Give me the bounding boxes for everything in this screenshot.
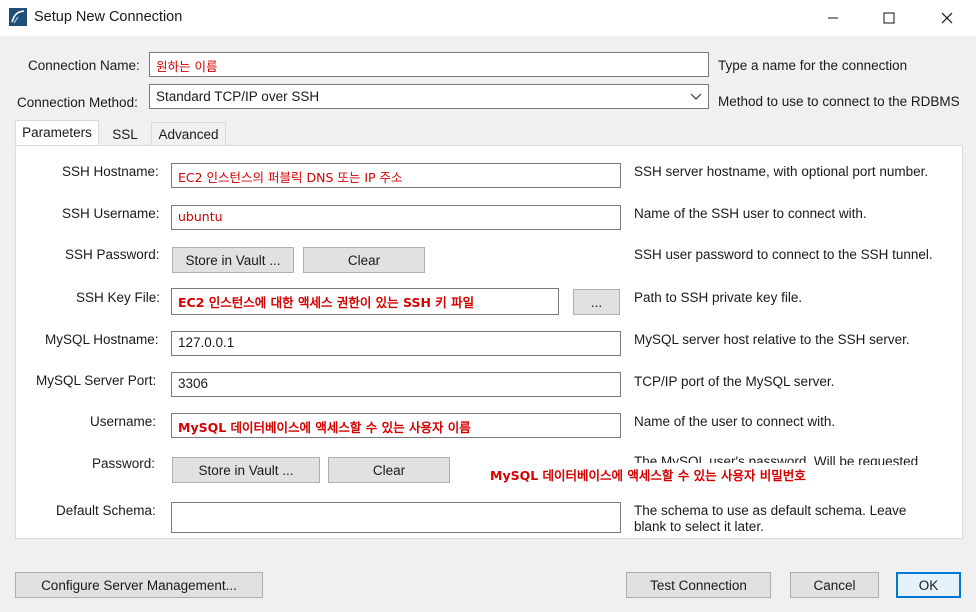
close-icon[interactable] <box>924 0 970 36</box>
ssh-username-hint: Name of the SSH user to connect with. <box>634 206 867 221</box>
tab-ssl[interactable]: SSL <box>99 122 151 146</box>
ssh-hostname-hint: SSH server hostname, with optional port … <box>634 164 929 179</box>
username-label: Username: <box>90 414 157 429</box>
ssh-password-hint: SSH user password to connect to the SSH … <box>634 247 933 262</box>
mysql-workbench-icon <box>9 8 27 26</box>
connection-method-select[interactable]: Standard TCP/IP over SSH <box>149 84 709 109</box>
username-field[interactable]: MySQL 데이터베이스에 액세스할 수 있는 사용자 이름 <box>171 413 621 438</box>
ssh-key-file-label: SSH Key File: <box>76 290 161 305</box>
store-in-vault-button[interactable]: Store in Vault ... <box>172 457 320 483</box>
connection-name-hint: Type a name for the connection <box>718 58 908 73</box>
ssh-hostname-field[interactable]: EC2 인스턴스의 퍼블릭 DNS 또는 IP 주소 <box>171 163 621 188</box>
default-schema-field[interactable] <box>171 502 621 533</box>
ssh-username-value: ubuntu <box>178 209 223 224</box>
tab-advanced[interactable]: Advanced <box>151 122 226 146</box>
ssh-key-file-value: EC2 인스턴스에 대한 액세스 권한이 있는 SSH 키 파일 <box>178 295 475 310</box>
browse-key-file-button[interactable]: ... <box>573 289 620 315</box>
default-schema-hint-line2: blank to select it later. <box>634 519 764 534</box>
mysql-port-label: MySQL Server Port: <box>36 373 157 388</box>
default-schema-hint-line1: The schema to use as default schema. Lea… <box>634 503 907 518</box>
connection-method-value: Standard TCP/IP over SSH <box>156 89 320 104</box>
ssh-hostname-value: EC2 인스턴스의 퍼블릭 DNS 또는 IP 주소 <box>178 170 403 185</box>
chevron-down-icon <box>690 89 702 104</box>
mysql-hostname-hint: MySQL server host relative to the SSH se… <box>634 332 910 347</box>
connection-name-value: 원하는 이름 <box>156 59 218 74</box>
connection-name-label: Connection Name: <box>28 58 140 73</box>
password-label: Password: <box>92 456 156 471</box>
tab-parameters[interactable]: Parameters <box>15 120 99 145</box>
cancel-button[interactable]: Cancel <box>790 572 879 598</box>
ok-button[interactable]: OK <box>896 572 961 598</box>
mysql-port-field[interactable]: 3306 <box>171 372 621 397</box>
ssh-hostname-label: SSH Hostname: <box>62 164 159 179</box>
ssh-key-file-field[interactable]: EC2 인스턴스에 대한 액세스 권한이 있는 SSH 키 파일 <box>171 288 559 315</box>
clear-password-button[interactable]: Clear <box>328 457 450 483</box>
mysql-hostname-field[interactable]: 127.0.0.1 <box>171 331 621 356</box>
maximize-icon[interactable] <box>866 0 912 36</box>
username-value: MySQL 데이터베이스에 액세스할 수 있는 사용자 이름 <box>178 420 471 435</box>
username-hint: Name of the user to connect with. <box>634 414 836 429</box>
ssh-username-label: SSH Username: <box>62 206 160 221</box>
password-annotation: MySQL 데이터베이스에 액세스할 수 있는 사용자 비밀번호 <box>486 463 810 486</box>
mysql-hostname-label: MySQL Hostname: <box>45 332 159 347</box>
minimize-icon[interactable] <box>810 0 856 36</box>
connection-method-hint: Method to use to connect to the RDBMS <box>718 94 960 109</box>
connection-name-field[interactable]: 원하는 이름 <box>149 52 709 77</box>
ssh-clear-button[interactable]: Clear <box>303 247 425 273</box>
ssh-store-in-vault-button[interactable]: Store in Vault ... <box>172 247 294 273</box>
test-connection-button[interactable]: Test Connection <box>626 572 771 598</box>
mysql-port-hint: TCP/IP port of the MySQL server. <box>634 374 835 389</box>
default-schema-label: Default Schema: <box>56 503 156 518</box>
ssh-password-label: SSH Password: <box>65 247 160 262</box>
ssh-key-file-hint: Path to SSH private key file. <box>634 290 803 305</box>
window-title: Setup New Connection <box>34 9 183 25</box>
configure-server-management-button[interactable]: Configure Server Management... <box>15 572 263 598</box>
ssh-username-field[interactable]: ubuntu <box>171 205 621 230</box>
connection-method-label: Connection Method: <box>17 95 138 110</box>
